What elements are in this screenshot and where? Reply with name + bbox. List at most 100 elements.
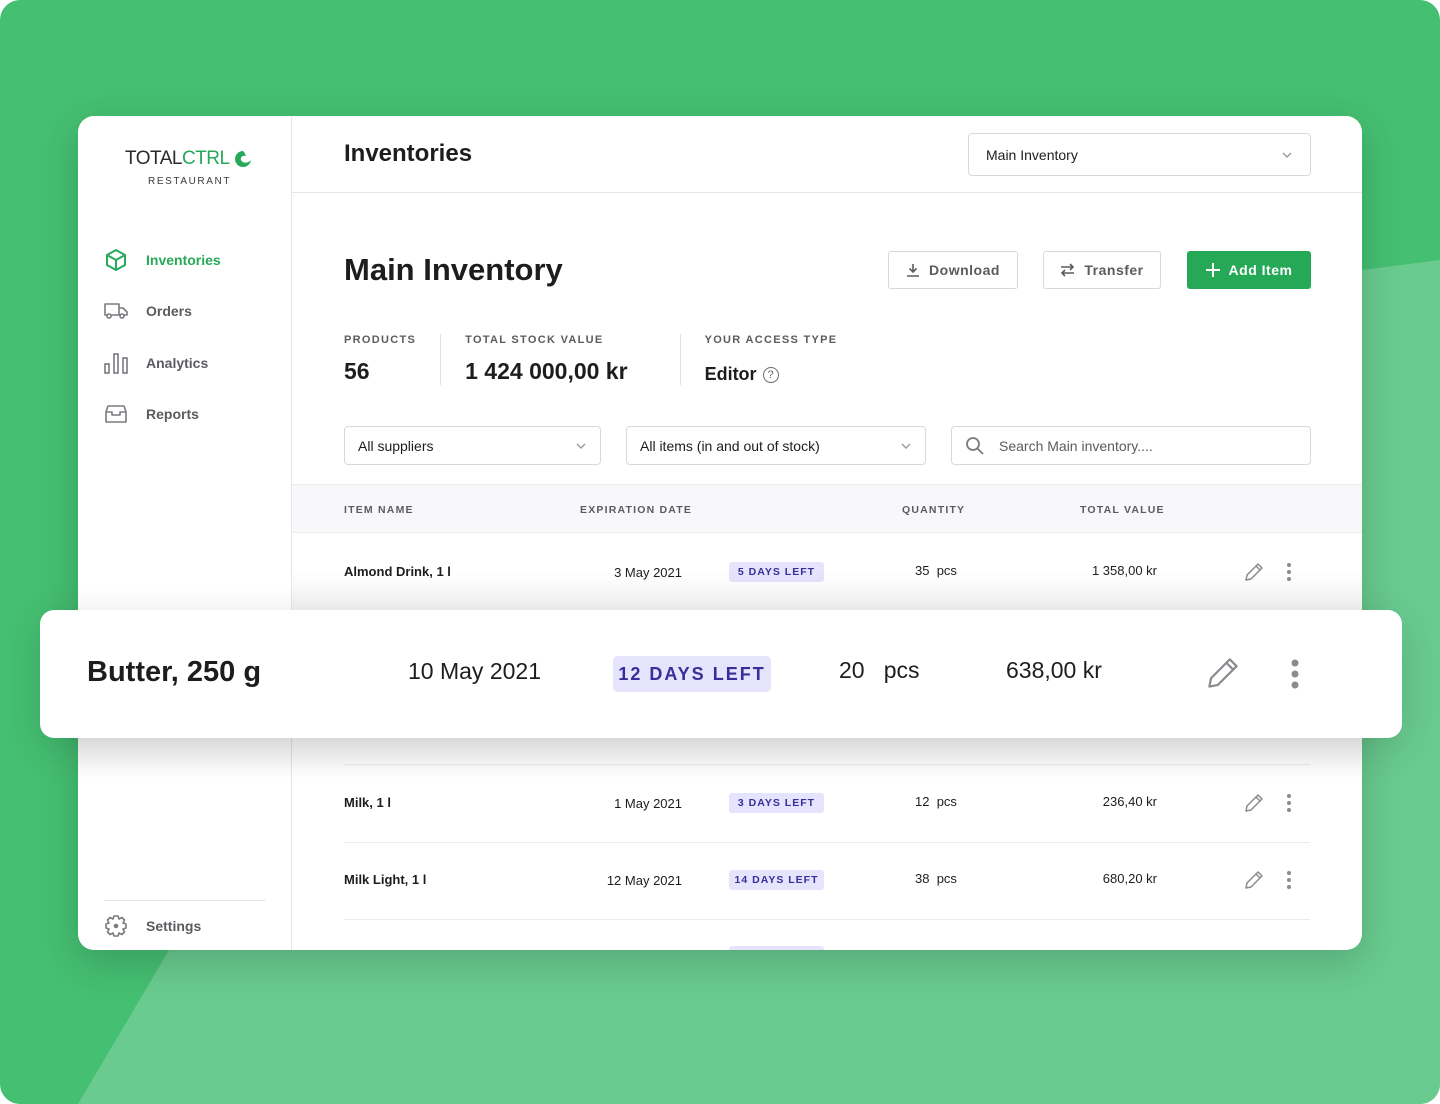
chevron-down-icon [576, 443, 586, 449]
cube-icon [104, 248, 128, 272]
main-content: Inventories Main Inventory Main Inventor… [292, 116, 1362, 950]
sidebar-item-label: Inventories [146, 251, 221, 268]
logo-text-ctrl: CTRL [181, 148, 230, 169]
more-options-button[interactable] [1286, 793, 1292, 813]
logo-swirl-icon [234, 151, 251, 167]
add-item-button[interactable]: Add Item [1187, 251, 1311, 289]
column-header-total-value[interactable]: TOTAL VALUE [1080, 504, 1165, 516]
quantity-unit: pcs [936, 563, 957, 578]
settings-label: Settings [146, 918, 202, 934]
table-row[interactable]: Milk, 1 l 1 May 2021 3 DAYS LEFT 12 pcs … [344, 765, 1310, 842]
access-type-value: Editor [704, 364, 757, 384]
item-name: Milk Light, 1 l [344, 872, 427, 887]
edit-button[interactable] [1206, 656, 1240, 690]
total-value: 1 358,00 kr [1091, 563, 1157, 578]
stat-stock-value: TOTAL STOCK VALUE 1 424 000,00 kr [440, 334, 679, 385]
row-divider [344, 919, 1310, 920]
total-value: 680,20 kr [1102, 871, 1157, 886]
quantity-value: 35 [915, 563, 930, 578]
search-input[interactable] [999, 437, 1279, 454]
days-left-badge: 3 DAYS LEFT [729, 793, 824, 813]
transfer-button[interactable]: Transfer [1043, 251, 1161, 289]
sidebar-item-settings[interactable]: Settings [104, 914, 201, 938]
quantity-value: 20 [839, 657, 865, 683]
truck-icon [104, 299, 128, 323]
stat-label: TOTAL STOCK VALUE [465, 334, 604, 346]
stat-products: PRODUCTS 56 [344, 334, 440, 385]
edit-button[interactable] [1244, 562, 1264, 582]
logo-text-total: TOTAL [125, 148, 182, 169]
chevron-down-icon [1282, 152, 1292, 158]
table-row[interactable]: Milk Light, 1 l 12 May 2021 14 DAYS LEFT… [344, 843, 1310, 920]
item-name: Butter, 250 g [87, 656, 262, 688]
sidebar-item-reports[interactable]: Reports [104, 389, 221, 441]
stock-filter-select[interactable]: All items (in and out of stock) [626, 426, 926, 465]
total-value: 638,00 kr [1006, 657, 1102, 683]
highlighted-table-row[interactable]: Butter, 250 g 10 May 2021 12 DAYS LEFT 2… [40, 610, 1402, 738]
kebab-menu-icon [1287, 871, 1291, 889]
topbar-title: Inventories [344, 140, 473, 167]
quantity-value: 12 [915, 794, 930, 809]
quantity: 35 pcs [915, 563, 957, 578]
quantity: 20 pcs [839, 657, 920, 684]
more-options-button[interactable] [1286, 870, 1292, 890]
column-header-expiration-date[interactable]: EXPIRATION DATE [580, 504, 692, 516]
logo: TOTAL CTRL RESTAURANT [125, 148, 265, 187]
sidebar-item-label: Reports [146, 406, 199, 423]
edit-button[interactable] [1244, 870, 1264, 890]
sidebar-item-orders[interactable]: Orders [104, 286, 221, 338]
stat-access-type: YOUR ACCESS TYPE Editor ? [679, 334, 862, 385]
access-type-value-wrap: Editor ? [705, 364, 838, 385]
app-window: TOTAL CTRL RESTAURANT Inventories Orders… [78, 116, 1362, 950]
download-icon [907, 264, 920, 277]
sidebar-item-label: Analytics [146, 354, 209, 371]
pencil-icon [1245, 871, 1263, 889]
supplier-filter-value: All suppliers [358, 437, 434, 454]
table-header: ITEM NAME EXPIRATION DATE QUANTITY TOTAL… [292, 484, 1362, 533]
chevron-down-icon [901, 443, 911, 449]
quantity: 12 pcs [915, 794, 957, 809]
inventory-select-value: Main Inventory [986, 146, 1078, 163]
more-options-button[interactable] [1286, 562, 1292, 582]
expiration-date: 1 May 2021 [614, 796, 682, 811]
sidebar-item-inventories[interactable]: Inventories [104, 234, 221, 286]
transfer-label: Transfer [1084, 262, 1144, 278]
expiration-date: 12 May 2021 [606, 873, 682, 888]
edit-button[interactable] [1244, 793, 1264, 813]
help-icon[interactable]: ? [762, 366, 779, 383]
pencil-icon [1245, 563, 1263, 581]
inventory-stats: PRODUCTS 56 TOTAL STOCK VALUE 1 424 000,… [344, 334, 861, 385]
item-name: Almond Drink, 1 l [344, 564, 451, 579]
column-header-quantity[interactable]: QUANTITY [902, 504, 965, 516]
download-button[interactable]: Download [888, 251, 1018, 289]
plus-icon [1205, 263, 1220, 277]
pencil-icon [1245, 794, 1263, 812]
kebab-menu-icon [1287, 563, 1291, 581]
download-label: Download [929, 262, 1000, 278]
quantity-unit: pcs [936, 794, 957, 809]
search-icon [966, 436, 984, 455]
more-options-button[interactable] [1290, 658, 1300, 690]
gear-icon [104, 914, 128, 938]
total-value: 236,40 kr [1102, 794, 1157, 809]
page-title: Main Inventory [344, 252, 563, 287]
days-left-badge: 14 DAYS LEFT [729, 870, 824, 890]
expiration-date: 3 May 2021 [614, 565, 682, 580]
table-row[interactable]: Almond Drink, 1 l 3 May 2021 5 DAYS LEFT… [344, 534, 1310, 611]
add-item-label: Add Item [1228, 262, 1293, 278]
days-left-badge-partial [729, 946, 824, 950]
inventory-search[interactable] [951, 426, 1311, 465]
bar-chart-icon [104, 351, 128, 375]
days-left-badge: 12 DAYS LEFT [613, 656, 771, 692]
expiration-date: 10 May 2021 [408, 658, 541, 684]
pencil-icon [1208, 658, 1238, 688]
sidebar-item-analytics[interactable]: Analytics [104, 337, 221, 389]
inventory-select[interactable]: Main Inventory [968, 133, 1311, 176]
stock-filter-value: All items (in and out of stock) [640, 437, 820, 454]
supplier-filter-select[interactable]: All suppliers [344, 426, 601, 465]
quantity-unit: pcs [883, 657, 920, 683]
topbar: Inventories Main Inventory [292, 116, 1362, 193]
sidebar-nav: Inventories Orders Analytics Reports [104, 234, 221, 440]
sidebar-divider [104, 900, 266, 901]
column-header-item-name[interactable]: ITEM NAME [344, 504, 414, 516]
